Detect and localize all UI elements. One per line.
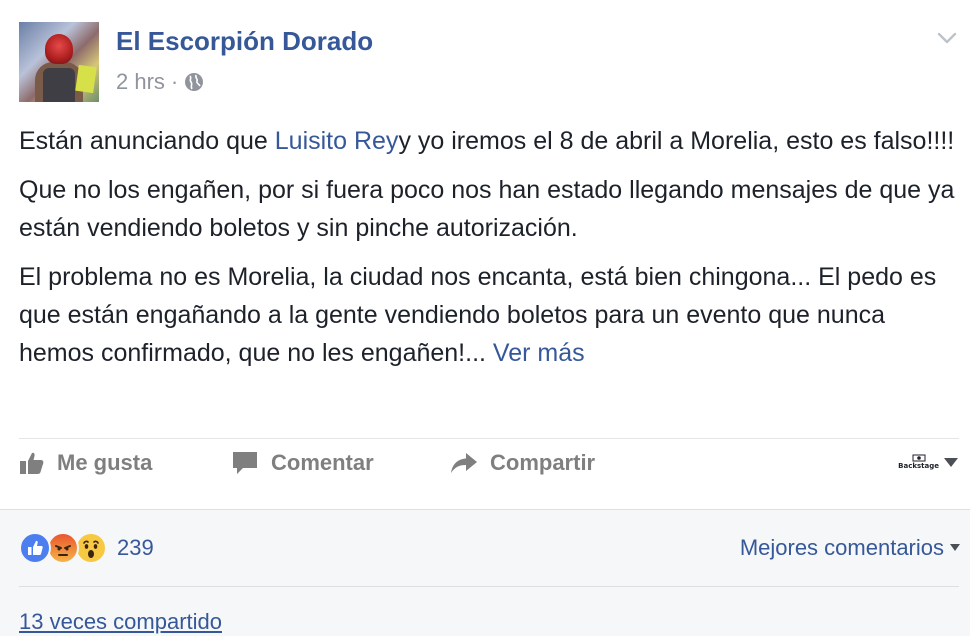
share-button[interactable]: Compartir <box>450 450 595 476</box>
avatar[interactable] <box>19 22 99 102</box>
share-arrow-icon <box>451 453 477 473</box>
comment-sort-dropdown[interactable]: Mejores comentarios <box>740 535 960 561</box>
avatar-figure-sign <box>75 64 97 94</box>
thumbs-up-icon <box>20 452 44 474</box>
actions-divider <box>19 438 959 439</box>
avatar-figure-vest <box>43 68 75 102</box>
footer-divider <box>19 586 959 587</box>
like-label: Me gusta <box>57 450 153 475</box>
post-text: Están anunciando que Luisito Reyy yo ire… <box>19 122 959 383</box>
caret-down-icon <box>944 458 958 467</box>
like-button[interactable]: Me gusta <box>19 450 152 476</box>
sort-label: Mejores comentarios <box>739 535 944 560</box>
post-header: El Escorpión Dorado 2 hrs · <box>19 22 959 104</box>
backstage-logo: Backstage <box>898 454 939 470</box>
like-reaction-icon <box>19 532 51 564</box>
post-footer: 239 Mejores comentarios 13 veces compart… <box>0 509 970 636</box>
meta-separator: · <box>170 69 179 94</box>
camera-icon <box>912 454 926 462</box>
action-bar: Me gusta Comentar Compartir Backstage <box>19 450 959 490</box>
post-paragraph-1: Están anunciando que Luisito Reyy yo ire… <box>19 122 959 160</box>
see-more-link[interactable]: Ver más <box>493 339 585 367</box>
reactions-summary[interactable]: 239 <box>19 532 154 564</box>
wow-reaction-icon <box>75 532 107 564</box>
mention-link[interactable]: Luisito Rey <box>275 127 399 155</box>
share-count-link[interactable]: 13 veces compartido <box>19 609 222 635</box>
post-paragraph-3: El problema no es Morelia, la ciudad nos… <box>19 258 959 372</box>
post-paragraph-2: Que no los engañen, por si fuera poco no… <box>19 176 955 242</box>
post-meta: 2 hrs · <box>116 69 204 95</box>
p3-text: El problema no es Morelia, la ciudad nos… <box>19 263 937 367</box>
chevron-down-icon[interactable] <box>935 26 959 50</box>
p1-text-after: y yo iremos el 8 de abril a Morelia, est… <box>398 127 955 155</box>
speech-bubble-icon <box>233 452 257 474</box>
backstage-selector[interactable]: Backstage <box>898 454 959 470</box>
comment-button[interactable]: Comentar <box>231 450 374 476</box>
avatar-figure-mask <box>45 34 73 64</box>
backstage-label: Backstage <box>898 462 939 470</box>
reaction-count[interactable]: 239 <box>117 535 154 561</box>
page-name-link[interactable]: El Escorpión Dorado <box>116 26 373 57</box>
post-timestamp[interactable]: 2 hrs <box>116 69 165 95</box>
p1-text-before: Están anunciando que <box>19 127 275 155</box>
comment-label: Comentar <box>271 450 374 475</box>
share-label: Compartir <box>490 450 596 475</box>
angry-reaction-icon <box>47 532 79 564</box>
caret-down-icon <box>950 544 960 551</box>
globe-icon[interactable] <box>184 72 204 92</box>
